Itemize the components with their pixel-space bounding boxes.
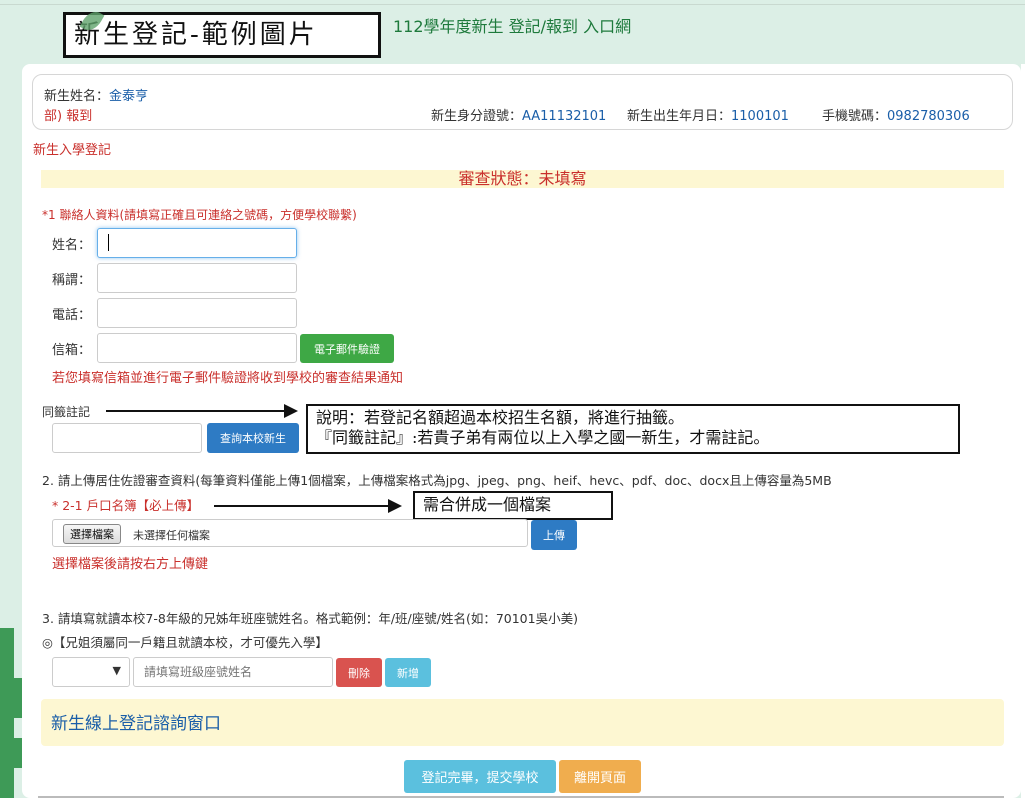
student-birth-row: 新生出生年月日：1100101: [627, 105, 789, 124]
lottery-arrow-icon: [106, 404, 298, 418]
upload-hint: 選擇檔案後請按右方上傳鍵: [52, 557, 209, 572]
student-phone-row: 手機號碼：0982780306: [822, 105, 970, 124]
siblings-note: ◎【兄姐須屬同一戶籍且就讀本校，才可優先入學】: [42, 635, 328, 650]
header-divider: [0, 4, 1025, 5]
lottery-note-line2: 『同籤註記』:若貴子弟有兩位以上入學之國一新生，才需註記。: [316, 428, 770, 447]
contact-email-input[interactable]: [97, 333, 297, 363]
top-header: 新生登記-範例圖片 112學年度新生 登記/報到 入口網: [0, 0, 1025, 64]
sibling-info-input[interactable]: [133, 657, 333, 687]
contact-phone-input[interactable]: [97, 298, 297, 328]
contact-title-label: 稱謂：: [52, 273, 92, 288]
student-phone-value: 0982780306: [887, 109, 970, 124]
delete-sibling-button[interactable]: 刪除: [336, 658, 382, 687]
siblings-heading: 3. 請填寫就讀本校7-8年級的兄姊年班座號姓名。格式範例：年/班/座號/姓名(…: [42, 611, 578, 626]
right-edge: [1021, 64, 1025, 798]
student-name-value: 金泰亨: [109, 89, 149, 104]
lottery-input[interactable]: [52, 423, 202, 453]
sibling-grade-select[interactable]: ▼: [52, 657, 130, 687]
student-birth-label: 新生出生年月日：: [627, 109, 732, 124]
upload-heading: 2. 請上傳居住佐證審查資料(每筆資料僅能上傳1個檔案，上傳檔案格式為jpg、j…: [42, 473, 832, 488]
upload-arrow-icon: [214, 499, 402, 513]
consult-title: 新生線上登記諮詢窗口: [51, 714, 221, 734]
contact-heading: *1 聯絡人資料(請填寫正確且可連絡之號碼，方便學校聯繫): [42, 208, 357, 222]
chevron-down-icon: ▼: [112, 664, 121, 677]
department-text: 部) 報到: [44, 109, 93, 124]
student-name-row: 新生姓名：金泰亨: [44, 85, 148, 104]
upload-button[interactable]: 上傳: [531, 520, 577, 550]
student-name-label: 新生姓名：: [44, 89, 110, 104]
text-caret: [108, 234, 109, 251]
contact-name-label: 姓名：: [52, 238, 92, 253]
lottery-label: 同籤註記: [42, 405, 91, 419]
contact-phone-label: 電話：: [52, 308, 92, 323]
student-phone-label: 手機號碼：: [822, 109, 888, 124]
file-picker[interactable]: 選擇檔案 未選擇任何檔案: [52, 519, 528, 547]
file-status-text: 未選擇任何檔案: [133, 529, 210, 542]
student-id-value: AA11132101: [522, 109, 607, 124]
add-sibling-button[interactable]: 新增: [385, 658, 431, 687]
choose-file-button[interactable]: 選擇檔案: [63, 524, 121, 544]
student-id-label: 新生身分證號：: [431, 109, 523, 124]
contact-name-input[interactable]: [97, 228, 297, 258]
email-verify-button[interactable]: 電子郵件驗證: [300, 334, 394, 363]
contact-title-input[interactable]: [97, 263, 297, 293]
example-stamp-title: 新生登記-範例圖片: [63, 12, 381, 58]
student-id-row: 新生身分證號：AA11132101: [431, 105, 606, 124]
query-student-button[interactable]: 查詢本校新生: [207, 423, 299, 453]
merge-note-box: 需合併成一個檔案: [413, 491, 613, 520]
student-birth-value: 1100101: [731, 109, 789, 124]
email-verify-note: 若您填寫信箱並進行電子郵件驗證將收到學校的審查結果通知: [52, 371, 404, 386]
submit-registration-button[interactable]: 登記完畢，提交學校: [404, 760, 556, 793]
site-title: 112學年度新生 登記/報到 入口網: [393, 17, 632, 36]
consult-panel: 新生線上登記諮詢窗口: [41, 699, 1004, 746]
upload-subheading: * 2-1 戶口名簿【必上傳】: [52, 498, 200, 513]
contact-email-label: 信箱：: [52, 343, 92, 358]
review-status-banner: 審查狀態：未填寫: [41, 170, 1004, 188]
lottery-explanation-box: 說明：若登記名額超過本校招生名額，將進行抽籤。 『同籤註記』:若貴子弟有兩位以上…: [306, 404, 960, 454]
review-status-text: 審查狀態：未填寫: [458, 169, 587, 188]
lottery-note-line1: 說明：若登記名額超過本校招生名額，將進行抽籤。: [316, 408, 685, 427]
left-decoration: [0, 628, 22, 798]
leave-page-button[interactable]: 離開頁面: [559, 760, 641, 793]
section-title: 新生入學登記: [33, 143, 112, 158]
